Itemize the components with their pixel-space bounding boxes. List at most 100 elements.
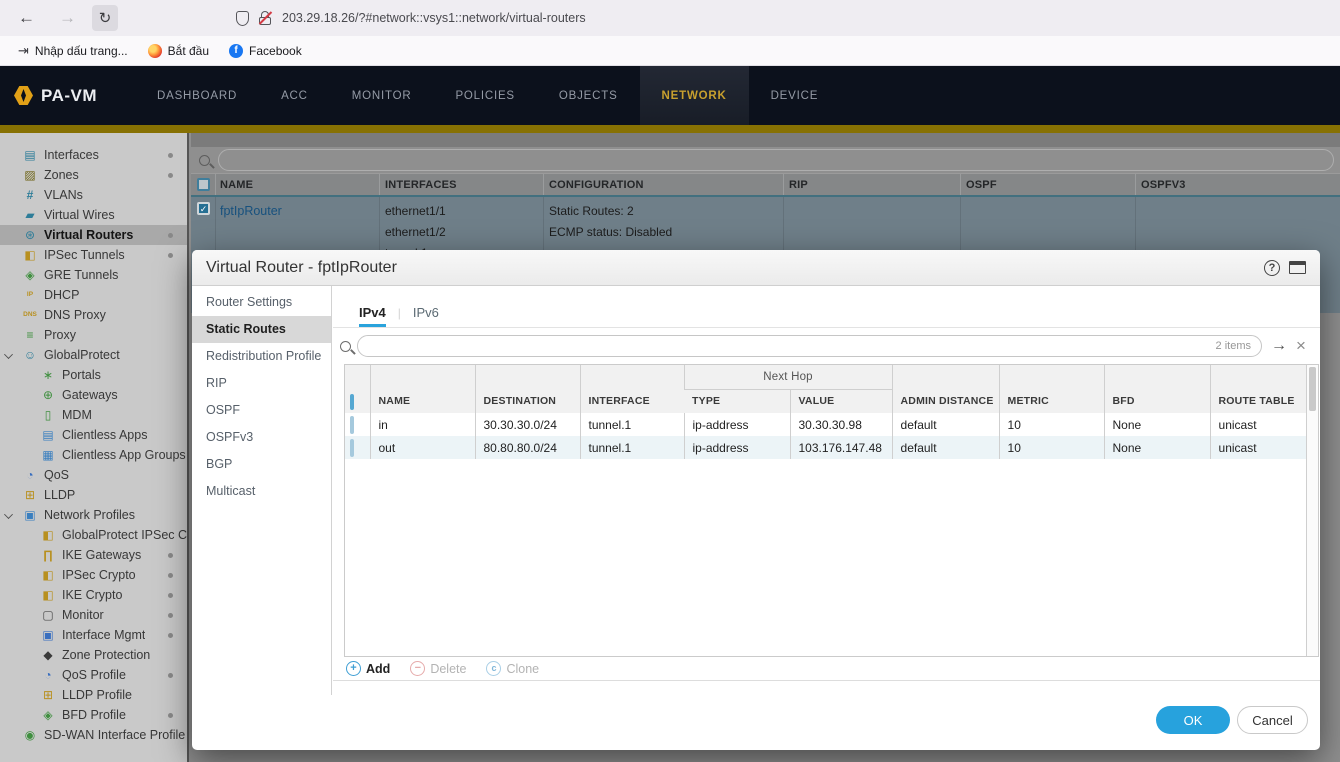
menu-bgp[interactable]: BGP [192, 451, 331, 478]
sidebar-item-vlans[interactable]: #VLANs [0, 185, 187, 205]
col-admin-distance[interactable]: ADMIN DISTANCE [892, 365, 999, 413]
menu-multicast[interactable]: Multicast [192, 478, 331, 505]
row-checkbox[interactable] [350, 439, 354, 457]
tab-ipv6[interactable]: IPv6 [413, 305, 439, 327]
col-ospf[interactable]: OSPF [966, 179, 997, 191]
reload-icon[interactable]: ↻ [92, 5, 118, 31]
sidebar-item-clientless-app-groups[interactable]: ▦Clientless App Groups [0, 445, 187, 465]
url-bar[interactable]: 203.29.18.26/?#network::vsys1::network/v… [236, 11, 586, 26]
tab-ipv4[interactable]: IPv4 [359, 305, 386, 327]
row-checkbox[interactable]: ✓ [197, 202, 210, 215]
row-checkbox[interactable] [350, 416, 354, 434]
globalprotect-icon: ☺ [22, 348, 38, 362]
menu-static-routes[interactable]: Static Routes [192, 316, 331, 343]
select-all-checkbox[interactable] [197, 178, 210, 191]
tab-acc[interactable]: ACC [259, 66, 330, 125]
col-name[interactable]: NAME [220, 179, 253, 191]
sidebar-item-interfaces[interactable]: ▤Interfaces [0, 145, 187, 165]
select-all-checkbox[interactable] [350, 394, 354, 410]
sidebar-item-dhcp[interactable]: IPDHCP [0, 285, 187, 305]
menu-ospfv3[interactable]: OSPFv3 [192, 424, 331, 451]
sidebar-item-gre-tunnels[interactable]: ◈GRE Tunnels [0, 265, 187, 285]
menu-redistribution-profile[interactable]: Redistribution Profile [192, 343, 331, 370]
col-name[interactable]: NAME [370, 365, 475, 413]
sidebar-item-dns-proxy[interactable]: DNSDNS Proxy [0, 305, 187, 325]
collapse-chevron-icon[interactable] [4, 350, 13, 359]
menu-ospf[interactable]: OSPF [192, 397, 331, 424]
col-rip[interactable]: RIP [789, 179, 808, 191]
sidebar-item-globalprotect[interactable]: ☺GlobalProtect [0, 345, 187, 365]
sidebar-item-virtual-routers[interactable]: ⊛Virtual Routers [0, 225, 187, 245]
clear-filter-icon[interactable]: × [1296, 339, 1306, 353]
sidebar-item-monitor[interactable]: ▢Monitor [0, 605, 187, 625]
tab-objects[interactable]: OBJECTS [537, 66, 640, 125]
sidebar-item-proxy[interactable]: ≡Proxy [0, 325, 187, 345]
route-row-out[interactable]: out 80.80.80.0/24 tunnel.1 ip-address 10… [345, 436, 1306, 459]
maximize-icon[interactable] [1289, 261, 1306, 274]
sidebar-item-bfd-profile[interactable]: ◈BFD Profile [0, 705, 187, 725]
sidebar-item-zones[interactable]: ▨Zones [0, 165, 187, 185]
apply-filter-icon[interactable]: → [1271, 337, 1287, 355]
col-metric[interactable]: METRIC [999, 365, 1104, 413]
bookmark-facebook[interactable]: f Facebook [219, 36, 312, 65]
routes-search-row: 2 items → × [333, 328, 1320, 364]
delete-button[interactable]: −Delete [410, 661, 466, 676]
sidebar-item-globalprotect-ipsec-crypto[interactable]: ◧GlobalProtect IPSec Crypto [0, 525, 187, 545]
sidebar-item-portals[interactable]: ∗Portals [0, 365, 187, 385]
col-route-table[interactable]: ROUTE TABLE [1210, 365, 1306, 413]
sidebar-item-mdm[interactable]: ▯MDM [0, 405, 187, 425]
add-button[interactable]: +Add [346, 661, 390, 676]
menu-rip[interactable]: RIP [192, 370, 331, 397]
menu-router-settings[interactable]: Router Settings [192, 289, 331, 316]
sidebar-item-lldp-profile[interactable]: ⊞LLDP Profile [0, 685, 187, 705]
minus-icon: − [410, 661, 425, 676]
palo-alto-logo-icon [14, 86, 33, 105]
col-value[interactable]: VALUE [790, 389, 892, 413]
collapse-chevron-icon[interactable] [4, 510, 13, 519]
ok-button[interactable]: OK [1156, 706, 1230, 734]
tab-policies[interactable]: POLICIES [433, 66, 536, 125]
sidebar-item-network-profiles[interactable]: ▣Network Profiles [0, 505, 187, 525]
tab-monitor[interactable]: MONITOR [330, 66, 434, 125]
sidebar-item-ipsec-tunnels[interactable]: ◧IPSec Tunnels [0, 245, 187, 265]
route-row-in[interactable]: in 30.30.30.0/24 tunnel.1 ip-address 30.… [345, 413, 1306, 436]
sidebar-item-qos-profile[interactable]: ◔QoS Profile [0, 665, 187, 685]
table-scrollbar[interactable] [1306, 365, 1318, 656]
cancel-button[interactable]: Cancel [1237, 706, 1308, 734]
col-configuration[interactable]: CONFIGURATION [549, 179, 644, 191]
help-icon[interactable]: ? [1264, 260, 1280, 276]
sidebar-item-virtual-wires[interactable]: ▰Virtual Wires [0, 205, 187, 225]
scrollbar-thumb[interactable] [1309, 367, 1316, 411]
sidebar-item-sdwan-interface-profile[interactable]: ◉SD-WAN Interface Profile [0, 725, 187, 745]
tracking-shield-icon[interactable] [236, 11, 249, 26]
tab-device[interactable]: DEVICE [749, 66, 841, 125]
forward-icon[interactable]: → [59, 8, 76, 28]
col-bfd[interactable]: BFD [1104, 365, 1210, 413]
col-interface[interactable]: INTERFACE [580, 365, 684, 413]
tab-network[interactable]: NETWORK [640, 66, 749, 125]
insecure-lock-icon[interactable] [259, 11, 272, 26]
sidebar-item-interface-mgmt[interactable]: ▣Interface Mgmt [0, 625, 187, 645]
sidebar-item-zone-protection[interactable]: ◆Zone Protection [0, 645, 187, 665]
bookmark-import[interactable]: ⇥ Nhập dấu trang... [8, 36, 138, 65]
sidebar-item-clientless-apps[interactable]: ▤Clientless Apps [0, 425, 187, 445]
sidebar-item-qos[interactable]: ◔QoS [0, 465, 187, 485]
col-type[interactable]: TYPE [684, 389, 790, 413]
list-search-input[interactable] [218, 149, 1334, 171]
bookmark-getting-started[interactable]: Bắt đầu [138, 36, 219, 65]
router-name-link[interactable]: fptIpRouter [220, 204, 282, 218]
clone-button[interactable]: cClone [486, 661, 539, 676]
routes-search-input[interactable] [358, 336, 1261, 356]
tab-dashboard[interactable]: DASHBOARD [135, 66, 259, 125]
sidebar-item-gateways[interactable]: ⊕Gateways [0, 385, 187, 405]
sidebar-item-ike-gateways[interactable]: ∏IKE Gateways [0, 545, 187, 565]
sidebar-item-ipsec-crypto[interactable]: ◧IPSec Crypto [0, 565, 187, 585]
col-interfaces[interactable]: INTERFACES [385, 179, 457, 191]
col-ospfv3[interactable]: OSPFV3 [1141, 179, 1186, 191]
sidebar-item-ike-crypto[interactable]: ◧IKE Crypto [0, 585, 187, 605]
col-destination[interactable]: DESTINATION [475, 365, 580, 413]
back-icon[interactable]: ← [18, 8, 35, 28]
sidebar-item-lldp[interactable]: ⊞LLDP [0, 485, 187, 505]
status-dot [168, 553, 173, 558]
url-text[interactable]: 203.29.18.26/?#network::vsys1::network/v… [282, 11, 586, 25]
